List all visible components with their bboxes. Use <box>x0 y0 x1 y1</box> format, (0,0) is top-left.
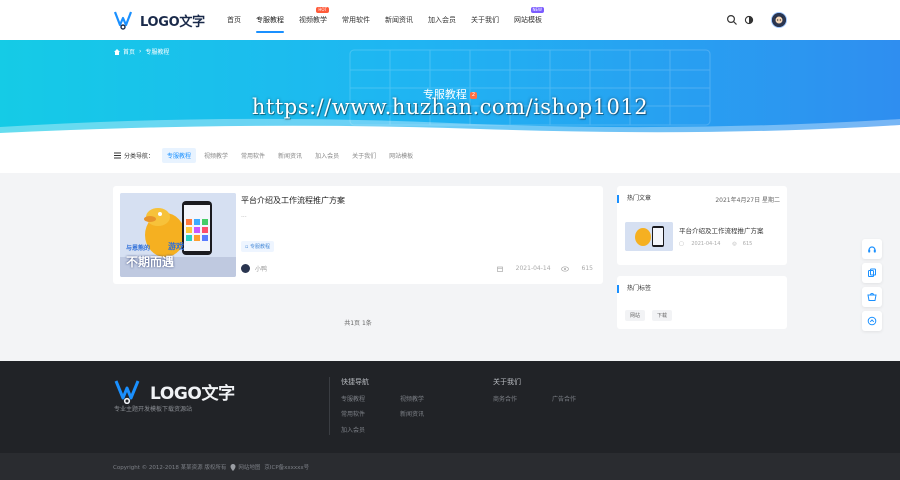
icp-link[interactable]: 京ICP备xxxxxx号 <box>264 463 309 471</box>
category-label: 分类导航： <box>114 151 154 160</box>
category-list: 专服教程 视频教学 常用软件 新闻资讯 加入会员 关于我们 网站模板 <box>162 148 421 163</box>
eye-icon <box>560 265 569 272</box>
category-bar: 分类导航： 专服教程 视频教学 常用软件 新闻资讯 加入会员 关于我们 网站模板 <box>0 137 900 173</box>
footer-link-tutorials[interactable]: 专服教程 <box>341 394 365 403</box>
copy-button[interactable] <box>862 263 882 283</box>
watermark-url: https://www.huzhan.com/ishop1012 <box>251 95 649 119</box>
user-avatar[interactable] <box>771 12 787 28</box>
home-icon <box>114 48 120 55</box>
eye-icon: ◎ <box>732 241 737 247</box>
author-avatar <box>241 264 250 273</box>
hot-post-date: ▢ 2021-04-14 <box>679 241 721 247</box>
logo-mark-icon <box>114 11 133 30</box>
hot-post-title[interactable]: 平台介绍及工作流程推广方案 <box>679 225 764 235</box>
post-views: 615 <box>560 265 593 272</box>
footer-quicknav-title: 快捷导航 <box>341 378 369 386</box>
hot-posts-title: 热门文章 <box>617 195 651 203</box>
post-meta: 2021-04-14 615 <box>487 265 593 272</box>
post-excerpt: ... <box>241 212 247 219</box>
copyright-text: Copyright © 2012-2018 某某资源 版权所有 网站地图 京IC… <box>113 463 310 471</box>
map-pin-icon <box>230 463 236 471</box>
footer-link-software[interactable]: 常用软件 <box>341 409 365 418</box>
category-templates[interactable]: 网站模板 <box>384 148 418 163</box>
category-membership[interactable]: 加入会员 <box>310 148 344 163</box>
sitemap-link[interactable]: 网站地图 <box>238 463 260 471</box>
breadcrumb-current: 专服教程 <box>145 49 170 56</box>
shop-button[interactable] <box>862 287 882 307</box>
nav-about[interactable]: 关于我们 <box>471 0 499 40</box>
top-header: LOGO文字 首页 专服教程 视频教学 HOT 常用软件 新闻资讯 加入会员 关于… <box>0 0 900 40</box>
calendar-icon: ▢ <box>679 241 686 247</box>
page-banner: 首页 › 专服教程 专服教程 2 <box>0 40 900 137</box>
nav-tutorials[interactable]: 专服教程 <box>256 0 284 40</box>
footer-link-business[interactable]: 商务合作 <box>493 394 517 403</box>
service-icon <box>868 246 876 253</box>
post-author[interactable]: 小鸭 <box>241 264 267 273</box>
footer-link-news[interactable]: 新闻资讯 <box>400 409 424 418</box>
customer-service-button[interactable] <box>862 239 882 259</box>
category-news[interactable]: 新闻资讯 <box>273 148 307 163</box>
hot-posts-widget: 热门文章 2021年4月27日 星期二 平台介绍及工作流程推广方案 ▢ 2021… <box>617 186 787 265</box>
logo-mark-icon <box>114 380 140 404</box>
post-date: 2021-04-14 <box>496 265 551 272</box>
hot-post-meta: ▢ 2021-04-14 ◎ 615 <box>679 241 764 247</box>
current-date: 2021年4月27日 星期二 <box>715 197 780 204</box>
tag-chip-website[interactable]: 网站 <box>625 310 646 321</box>
game-promo-thumb-image <box>625 222 673 251</box>
post-title[interactable]: 平台介绍及工作流程推广方案 <box>241 195 345 206</box>
nav-software[interactable]: 常用软件 <box>342 0 370 40</box>
top-icon <box>867 316 877 326</box>
pagination-info: 共1页 1条 <box>344 320 372 327</box>
category-about[interactable]: 关于我们 <box>347 148 381 163</box>
hot-tags-widget: 热门标签 网站 下载 <box>617 276 787 329</box>
footer-divider <box>329 377 330 435</box>
footer-slogan: 专业主题开发模板下载资源站 <box>114 406 193 413</box>
hot-tags-title: 热门标签 <box>617 285 651 293</box>
nav-membership[interactable]: 加入会员 <box>428 0 456 40</box>
footer-link-videos[interactable]: 视频教学 <box>400 394 424 403</box>
footer-logo-text: LOGO文字 <box>150 383 235 404</box>
nav-templates[interactable]: 网站模板 NEW <box>514 0 544 40</box>
hot-post-thumbnail[interactable] <box>625 222 673 251</box>
post-card: 与恩熊的 游戏 不期而遇 平台介绍及工作流程推广方案 ... ▫ 专服教程 小鸭… <box>113 186 603 284</box>
tag-chip-download[interactable]: 下载 <box>652 310 673 321</box>
category-tutorials[interactable]: 专服教程 <box>162 148 197 163</box>
hot-badge: HOT <box>316 7 329 13</box>
calendar-icon <box>496 266 503 272</box>
folder-icon: ▫ <box>245 244 249 250</box>
category-videos[interactable]: 视频教学 <box>199 148 233 163</box>
new-badge: NEW <box>530 7 544 13</box>
post-thumbnail[interactable]: 与恩熊的 游戏 不期而遇 <box>120 193 236 277</box>
copy-icon <box>868 268 876 277</box>
category-software[interactable]: 常用软件 <box>236 148 270 163</box>
site-footer: LOGO文字 专业主题开发模板下载资源站 快捷导航 专服教程 视频教学 常用软件… <box>0 361 900 453</box>
back-to-top-button[interactable] <box>862 311 882 331</box>
hot-post-views: ◎ 615 <box>732 241 753 247</box>
nav-videos[interactable]: 视频教学 HOT <box>299 0 329 40</box>
breadcrumb: 首页 › 专服教程 <box>114 47 173 56</box>
footer-link-ads[interactable]: 广告合作 <box>552 394 576 403</box>
footer-link-membership[interactable]: 加入会员 <box>341 425 365 434</box>
menu-icon <box>114 152 121 159</box>
post-category-tag[interactable]: ▫ 专服教程 <box>241 241 274 252</box>
author-name: 小鸭 <box>255 266 268 273</box>
site-logo[interactable]: LOGO文字 <box>114 10 205 30</box>
avatar-face-icon <box>772 13 786 27</box>
logo-text: LOGO文字 <box>140 14 205 30</box>
footer-logo[interactable]: LOGO文字 <box>114 378 235 404</box>
footer-about-title: 关于我们 <box>493 378 521 386</box>
main-nav: 首页 专服教程 视频教学 HOT 常用软件 新闻资讯 加入会员 关于我们 网站模板… <box>227 0 557 40</box>
nav-news[interactable]: 新闻资讯 <box>385 0 413 40</box>
breadcrumb-home[interactable]: 首页 <box>123 47 135 56</box>
breadcrumb-separator: › <box>139 48 142 55</box>
search-icon[interactable] <box>726 14 738 26</box>
theme-toggle-icon[interactable] <box>743 14 755 26</box>
nav-home[interactable]: 首页 <box>227 0 241 40</box>
copyright-bar: Copyright © 2012-2018 某某资源 版权所有 网站地图 京IC… <box>0 453 900 480</box>
shop-icon <box>867 293 877 301</box>
